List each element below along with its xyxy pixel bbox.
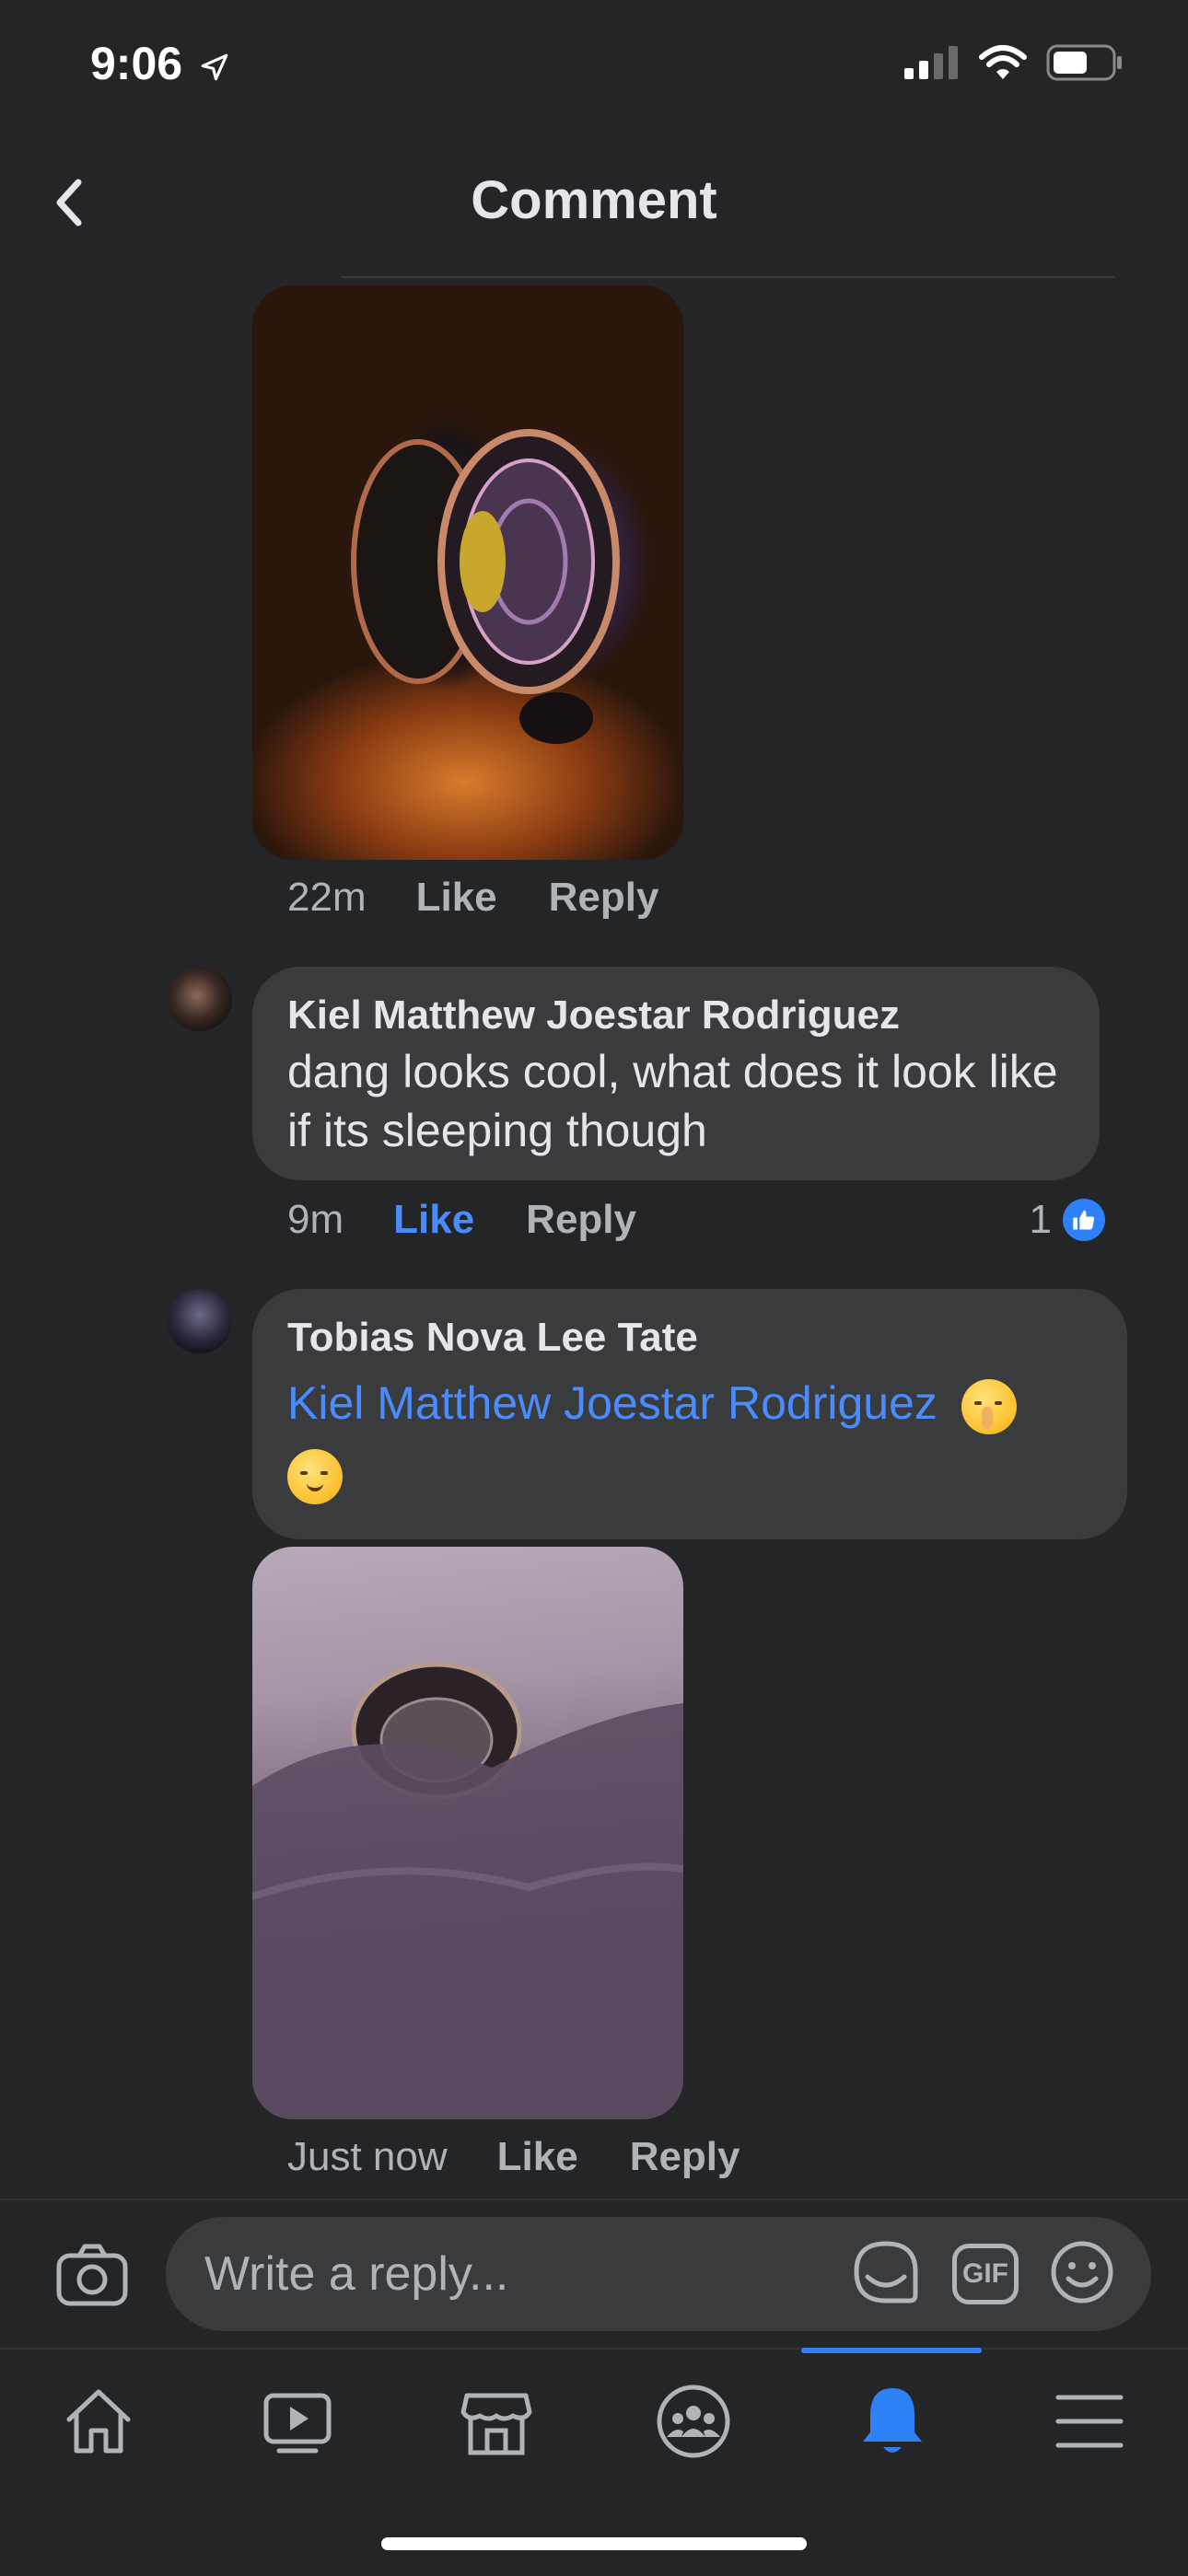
reply-button[interactable]: Reply [526, 1197, 636, 1243]
comment-photo-pocket[interactable] [252, 1547, 683, 2119]
comment-time: 22m [287, 875, 367, 920]
comment-photo-yoyo[interactable] [252, 285, 683, 860]
home-indicator[interactable] [381, 2537, 807, 2550]
tab-video[interactable] [247, 2375, 348, 2467]
shushing-face-emoji-icon [961, 1378, 1017, 1434]
avatar[interactable] [168, 967, 232, 1031]
active-tab-indicator [801, 2348, 982, 2353]
tab-notifications[interactable] [842, 2375, 943, 2467]
comment-text: Kiel Matthew Joestar Rodriguez [287, 1374, 1092, 1434]
tab-marketplace[interactable] [446, 2375, 547, 2467]
reaction-count-value: 1 [1029, 1197, 1052, 1242]
battery-icon [1046, 44, 1122, 81]
emoji-icon[interactable] [1050, 2240, 1114, 2309]
pocket-illustration [252, 1662, 683, 2119]
reaction-count[interactable]: 1 [1030, 1197, 1105, 1243]
comment-meta: Just now Like Reply [287, 2134, 792, 2180]
tab-menu[interactable] [1039, 2375, 1140, 2467]
video-icon [263, 2393, 332, 2454]
comment-meta: 22m Like Reply [287, 875, 710, 921]
comment-bubble: Kiel Matthew Joestar Rodriguez dang look… [252, 967, 1100, 1180]
like-button[interactable]: Like [393, 1197, 474, 1243]
like-button[interactable]: Like [416, 875, 497, 921]
tab-groups[interactable] [643, 2375, 744, 2467]
gif-label: GIF [962, 2258, 1008, 2289]
comment-time: 9m [287, 1197, 344, 1242]
camera-icon [56, 2244, 128, 2306]
signal-icon [904, 46, 958, 79]
groups-icon [657, 2385, 730, 2458]
avatar-sticker-icon[interactable] [851, 2240, 921, 2309]
menu-icon [1055, 2395, 1124, 2448]
thumbs-up-icon [1063, 1199, 1105, 1241]
comment-time: Just now [287, 2134, 448, 2179]
comment-author[interactable]: Tobias Nova Lee Tate [287, 1315, 1092, 1361]
comment-author[interactable]: Kiel Matthew Joestar Rodriguez [287, 992, 1065, 1039]
wifi-icon [979, 45, 1027, 79]
page-title: Comment [471, 170, 717, 230]
camera-button[interactable] [55, 2243, 129, 2307]
status-time: 9:06 [90, 37, 230, 90]
mention-link[interactable]: Kiel Matthew Joestar Rodriguez [287, 1377, 938, 1429]
tab-home[interactable] [48, 2375, 149, 2467]
reply-input[interactable] [203, 2245, 851, 2303]
relieved-face-emoji-icon [287, 1448, 343, 1504]
comment-meta: 9m Like Reply [287, 1197, 688, 1243]
home-icon [66, 2389, 131, 2454]
reply-button[interactable]: Reply [630, 2134, 740, 2180]
comment-text: dang looks cool, what does it look like … [287, 1046, 1058, 1156]
gif-button[interactable]: GIF [952, 2244, 1019, 2304]
notifications-icon [863, 2388, 922, 2453]
avatar[interactable] [168, 1289, 232, 1353]
header-divider [341, 276, 1114, 278]
status-icons [904, 44, 1124, 81]
comment-bubble: Tobias Nova Lee Tate Kiel Matthew Joesta… [252, 1289, 1127, 1539]
yoyo-illustration [351, 429, 620, 744]
like-button[interactable]: Like [497, 2134, 578, 2180]
reply-input-container[interactable]: GIF [166, 2217, 1151, 2331]
reply-button[interactable]: Reply [549, 875, 659, 921]
location-arrow-icon [201, 53, 228, 81]
marketplace-icon [460, 2393, 532, 2455]
